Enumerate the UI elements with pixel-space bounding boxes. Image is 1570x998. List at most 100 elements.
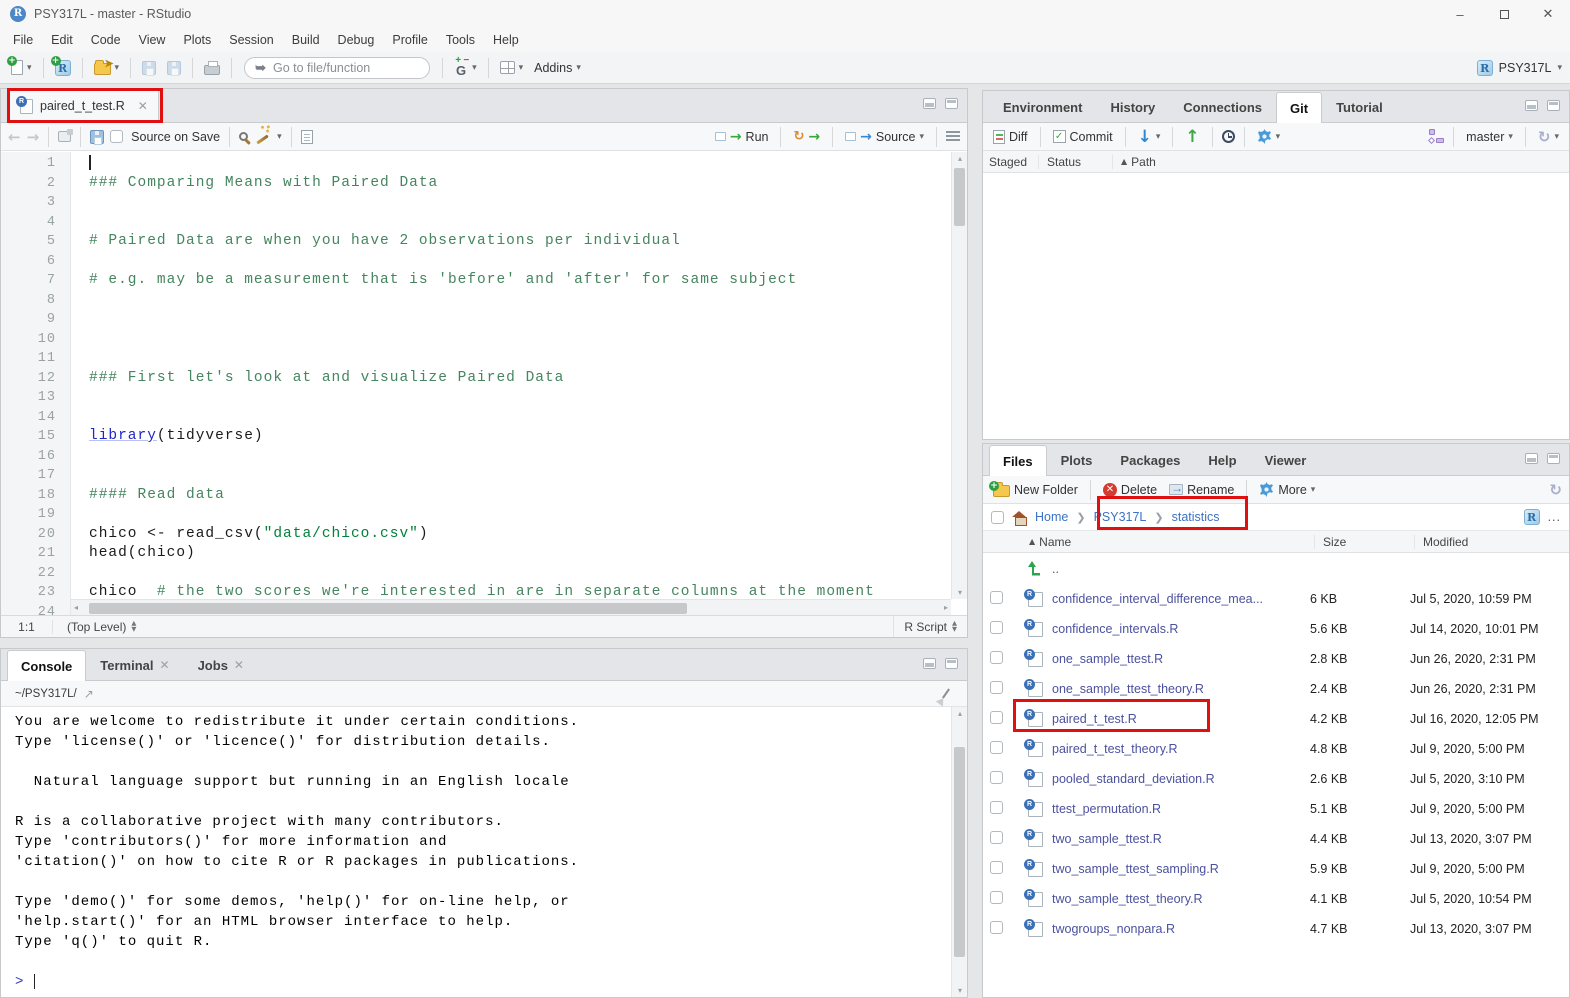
file-checkbox[interactable] <box>990 771 1003 784</box>
more-ellipsis-button[interactable]: ... <box>1548 510 1561 524</box>
tab-help[interactable]: Help <box>1194 444 1250 475</box>
file-row[interactable]: .. <box>983 554 1569 584</box>
show-in-new-window-icon[interactable] <box>58 131 71 142</box>
column-name[interactable]: ▲ Name <box>983 535 1315 549</box>
pane-minimize-button[interactable] <box>1525 100 1538 111</box>
tab-jobs[interactable]: Jobs✕ <box>184 649 258 680</box>
scroll-up-icon[interactable]: ▴ <box>952 709 968 718</box>
console-prompt-line[interactable]: > <box>15 972 950 992</box>
branch-icon[interactable] <box>1428 129 1444 144</box>
select-all-checkbox[interactable] <box>991 511 1004 524</box>
file-row[interactable]: Rtwo_sample_ttest_theory.R4.1 KBJul 5, 2… <box>983 884 1569 914</box>
minimize-button[interactable]: – <box>1438 0 1482 28</box>
file-checkbox[interactable] <box>990 861 1003 874</box>
pane-minimize-button[interactable] <box>1525 453 1538 464</box>
open-file-button[interactable]: ➤ ▾ <box>91 58 123 77</box>
file-name[interactable]: pooled_standard_deviation.R <box>1052 772 1310 786</box>
file-name[interactable]: paired_t_test_theory.R <box>1052 742 1310 756</box>
compile-report-icon[interactable] <box>301 130 313 144</box>
console-vertical-scrollbar[interactable]: ▴ ▾ <box>951 707 967 997</box>
save-icon[interactable] <box>90 130 104 144</box>
forward-arrow-icon[interactable]: → <box>27 128 40 146</box>
document-outline-icon[interactable] <box>946 131 960 142</box>
file-row[interactable]: Rpooled_standard_deviation.R2.6 KBJul 5,… <box>983 764 1569 794</box>
tab-close-icon[interactable]: ✕ <box>138 99 148 113</box>
scroll-left-icon[interactable]: ◂ <box>74 603 78 612</box>
source-button[interactable]: → Source ▾ <box>842 127 927 147</box>
tab-packages[interactable]: Packages <box>1106 444 1194 475</box>
file-row[interactable]: Rtwogroups_nonpara.R4.7 KBJul 13, 2020, … <box>983 914 1569 944</box>
breadcrumb-psy317l[interactable]: PSY317L <box>1094 510 1147 524</box>
menu-file[interactable]: File <box>4 28 42 52</box>
project-selector[interactable]: R PSY317L ▾ <box>1477 60 1562 76</box>
menu-help[interactable]: Help <box>484 28 528 52</box>
close-button[interactable]: ✕ <box>1526 0 1570 28</box>
rename-button[interactable]: Rename <box>1166 481 1237 499</box>
menu-code[interactable]: Code <box>82 28 130 52</box>
scroll-down-icon[interactable]: ▾ <box>952 986 968 995</box>
file-name[interactable]: paired_t_test.R <box>1052 712 1310 726</box>
menu-edit[interactable]: Edit <box>42 28 82 52</box>
source-on-save-checkbox[interactable] <box>110 130 123 143</box>
tab-close-icon[interactable]: ✕ <box>234 658 244 672</box>
tab-git[interactable]: Git <box>1276 92 1322 123</box>
file-row[interactable]: Rone_sample_ttest_theory.R2.4 KBJun 26, … <box>983 674 1569 704</box>
file-checkbox[interactable] <box>990 651 1003 664</box>
column-status[interactable]: Status <box>1039 155 1113 169</box>
file-checkbox[interactable] <box>990 891 1003 904</box>
file-name[interactable]: two_sample_ttest.R <box>1052 832 1310 846</box>
file-row[interactable]: Rconfidence_intervals.R5.6 KBJul 14, 202… <box>983 614 1569 644</box>
file-checkbox[interactable] <box>990 801 1003 814</box>
branch-selector[interactable]: master ▾ <box>1463 128 1516 146</box>
tab-connections[interactable]: Connections <box>1169 91 1276 122</box>
history-clock-icon[interactable] <box>1222 130 1235 143</box>
scope-selector[interactable]: (Top Level) ▲▼ <box>67 620 136 634</box>
breadcrumb-statistics[interactable]: statistics <box>1172 510 1220 524</box>
file-row[interactable]: Rpaired_t_test_theory.R4.8 KBJul 9, 2020… <box>983 734 1569 764</box>
home-icon[interactable] <box>1012 511 1027 524</box>
file-checkbox[interactable] <box>990 741 1003 754</box>
new-project-button[interactable]: R+ <box>52 58 74 78</box>
file-row[interactable]: Rconfidence_interval_difference_mea...6 … <box>983 584 1569 614</box>
file-checkbox[interactable] <box>990 711 1003 724</box>
menu-build[interactable]: Build <box>283 28 329 52</box>
file-name[interactable]: confidence_interval_difference_mea... <box>1052 592 1310 606</box>
back-arrow-icon[interactable]: ← <box>8 128 21 146</box>
file-name[interactable]: ttest_permutation.R <box>1052 802 1310 816</box>
column-staged[interactable]: Staged <box>983 155 1039 169</box>
pane-maximize-button[interactable] <box>945 98 958 109</box>
file-checkbox[interactable] <box>990 621 1003 634</box>
editor-horizontal-scrollbar[interactable]: ◂ ▸ <box>71 599 951 615</box>
file-row[interactable]: Rtwo_sample_ttest_sampling.R5.9 KBJul 9,… <box>983 854 1569 884</box>
clear-console-icon[interactable] <box>942 688 950 698</box>
push-button[interactable]: ↑ <box>1182 125 1202 149</box>
file-name[interactable]: two_sample_ttest_theory.R <box>1052 892 1310 906</box>
save-all-button[interactable] <box>164 59 184 77</box>
run-button[interactable]: → Run <box>712 127 772 147</box>
scrollbar-thumb[interactable] <box>954 747 965 957</box>
column-path[interactable]: ▲ Path <box>1113 155 1156 169</box>
print-button[interactable] <box>201 59 223 77</box>
commit-button[interactable]: ✓ Commit <box>1050 128 1116 146</box>
scroll-up-icon[interactable]: ▴ <box>952 154 967 163</box>
rerun-button[interactable]: ↻ → <box>790 127 823 147</box>
file-checkbox[interactable] <box>990 921 1003 934</box>
find-replace-icon[interactable] <box>239 132 248 141</box>
addins-button[interactable]: Addins ▾ <box>531 59 584 77</box>
more-button[interactable]: More ▾ <box>1256 480 1318 499</box>
menu-plots[interactable]: Plots <box>174 28 220 52</box>
console-output[interactable]: You are welcome to redistribute it under… <box>1 708 950 997</box>
code-tools-icon[interactable] <box>256 135 268 145</box>
tab-terminal[interactable]: Terminal✕ <box>86 649 183 680</box>
tab-environment[interactable]: Environment <box>989 91 1096 122</box>
file-name[interactable]: two_sample_ttest_sampling.R <box>1052 862 1310 876</box>
file-name[interactable]: twogroups_nonpara.R <box>1052 922 1310 936</box>
file-name[interactable]: one_sample_ttest.R <box>1052 652 1310 666</box>
scroll-right-icon[interactable]: ▸ <box>944 603 948 612</box>
version-control-button[interactable]: +−G ▾ <box>451 58 480 78</box>
workspace-panes-button[interactable]: ▾ <box>497 59 527 76</box>
scrollbar-thumb[interactable] <box>89 603 687 614</box>
menu-debug[interactable]: Debug <box>329 28 384 52</box>
tab-console[interactable]: Console <box>7 650 86 681</box>
tab-viewer[interactable]: Viewer <box>1251 444 1321 475</box>
